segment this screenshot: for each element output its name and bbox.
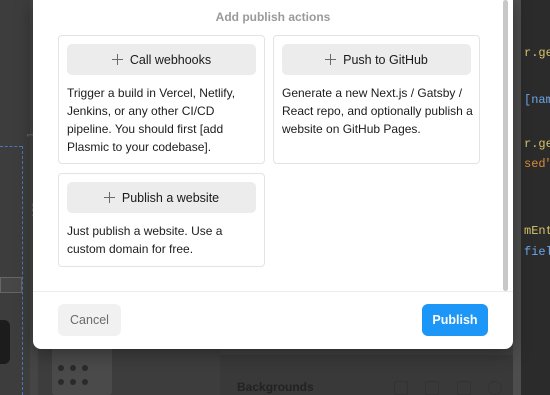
canvas-element xyxy=(0,277,22,293)
dialog-scrollbar[interactable] xyxy=(503,0,508,291)
selection-guide xyxy=(22,146,24,395)
section-title: Add publish actions xyxy=(215,10,331,24)
canvas-image xyxy=(0,320,10,364)
dialog-body: Add publish actions Call webhooks Trigge… xyxy=(33,0,513,291)
card-description: Generate a new Next.js / Gatsby / React … xyxy=(282,86,473,136)
publish-button[interactable]: Publish xyxy=(422,304,488,336)
code-line: r.ge xyxy=(524,137,550,151)
publish-website-button[interactable]: Publish a website xyxy=(67,182,256,213)
button-label: Publish a website xyxy=(121,190,220,205)
code-line: mEnt xyxy=(524,224,550,238)
cancel-button[interactable]: Cancel xyxy=(58,304,121,336)
button-label: Call webhooks xyxy=(129,52,212,67)
paint-bucket-icon xyxy=(394,381,408,395)
code-editor: r.ge [nam r.ge sed" mEnt fiel xyxy=(521,0,550,395)
code-line: sed" xyxy=(524,157,550,171)
action-card-webhooks: Call webhooks Trigger a build in Vercel,… xyxy=(58,35,265,164)
plus-icon xyxy=(111,54,123,65)
panel-heading: Backgrounds xyxy=(237,380,314,394)
call-webhooks-button[interactable]: Call webhooks xyxy=(67,44,256,75)
action-card-website: Publish a website Just publish a website… xyxy=(58,173,265,267)
plus-icon xyxy=(103,192,115,203)
code-line: [nam xyxy=(524,93,550,107)
image-icon xyxy=(425,381,439,395)
dialog-footer: Cancel Publish xyxy=(33,291,513,349)
card-description: Trigger a build in Vercel, Netlify, Jenk… xyxy=(67,86,236,154)
code-line: r.ge xyxy=(524,46,550,60)
selection-guide xyxy=(0,146,22,148)
publish-actions-dialog: Add publish actions Call webhooks Trigge… xyxy=(33,0,513,349)
push-to-github-button[interactable]: Push to GitHub xyxy=(282,44,471,75)
scrollbar-thumb[interactable] xyxy=(503,0,508,291)
code-line: fiel xyxy=(524,245,550,259)
card-description: Just publish a website. Use a custom dom… xyxy=(67,224,223,256)
action-card-github: Push to GitHub Generate a new Next.js / … xyxy=(273,35,480,164)
button-label: Push to GitHub xyxy=(343,52,428,67)
gradient-icon xyxy=(457,381,471,395)
plus-icon xyxy=(325,54,337,65)
panel-scrollbar xyxy=(513,0,521,395)
radial-icon xyxy=(488,381,502,395)
canvas-thumbnail xyxy=(52,345,112,395)
